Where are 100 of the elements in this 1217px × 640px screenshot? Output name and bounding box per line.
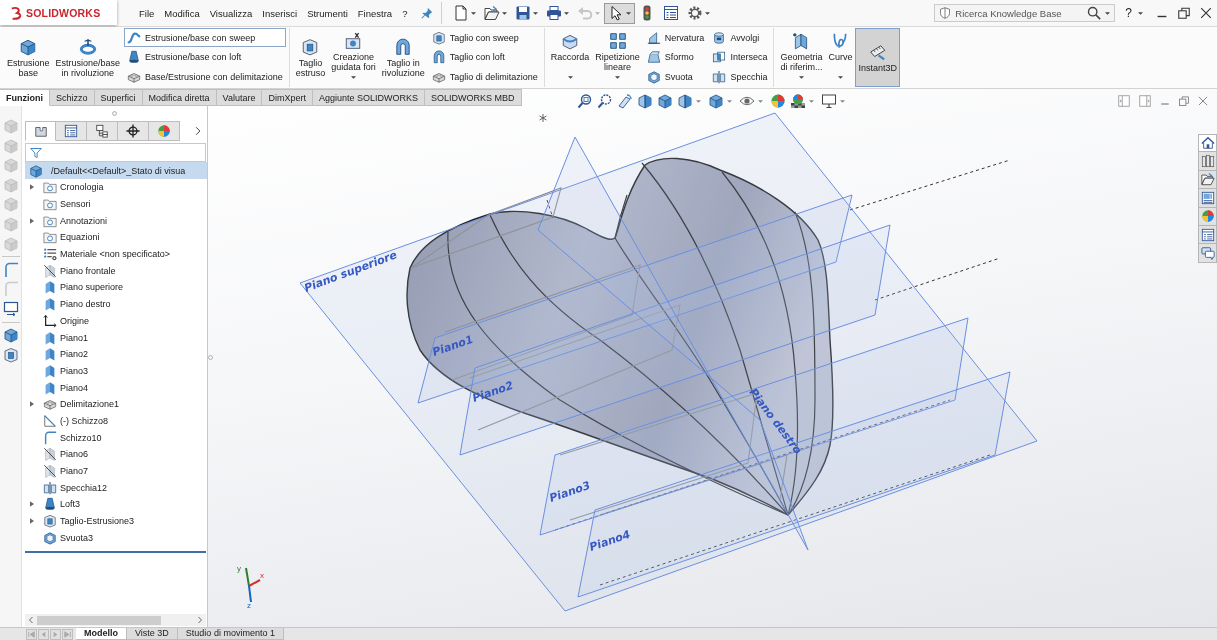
tree-item[interactable]: Cronologia xyxy=(22,179,207,196)
caret-icon[interactable] xyxy=(727,99,732,103)
cut-cube-icon[interactable] xyxy=(2,346,19,363)
ribbon-button[interactable]: Creazione guidata fori xyxy=(328,28,379,87)
ribbon-button[interactable]: Taglio con sweep xyxy=(428,28,541,48)
ribbon-button[interactable]: Avvolgi xyxy=(709,28,771,48)
tree-item[interactable]: Equazioni xyxy=(22,229,207,246)
caret-icon[interactable] xyxy=(840,99,845,103)
ribbon-button[interactable]: Taglio in rivoluzione xyxy=(378,28,428,87)
task-pane-tab[interactable] xyxy=(1198,244,1217,263)
pin-icon[interactable] xyxy=(421,7,434,19)
cube-icon[interactable] xyxy=(2,327,19,344)
help-button[interactable]: ? xyxy=(1123,6,1134,20)
tab[interactable]: DimXpert xyxy=(262,89,313,106)
ribbon-button[interactable]: Estrusione base xyxy=(4,28,53,87)
task-pane-tab[interactable] xyxy=(1198,152,1217,171)
panel-tab[interactable] xyxy=(87,121,118,141)
tree-item[interactable]: Piano destro xyxy=(22,295,207,313)
ribbon-button[interactable]: Sformo xyxy=(643,48,708,67)
magnifier-box-icon[interactable] xyxy=(577,93,593,109)
chevron-right-icon[interactable] xyxy=(193,126,203,136)
toolbar-button[interactable] xyxy=(604,2,636,24)
ribbon-button[interactable]: Taglio con loft xyxy=(428,48,541,67)
tree-item[interactable]: Annotazioni xyxy=(22,212,207,230)
expand-arrow-icon[interactable] xyxy=(30,401,34,408)
tree-item[interactable]: Piano4 xyxy=(22,379,207,396)
ribbon-button[interactable]: Base/Estrusione con delimitazione xyxy=(124,67,286,87)
tab[interactable]: Studio di movimento 1 xyxy=(177,628,284,640)
section-cube-icon[interactable] xyxy=(637,93,653,109)
cube-icon[interactable] xyxy=(657,93,673,109)
tree-item[interactable]: Piano6 xyxy=(22,446,207,463)
tree-item[interactable]: Loft3 xyxy=(22,496,207,513)
grip-icon[interactable] xyxy=(112,110,117,116)
ribbon-button[interactable]: Interseca xyxy=(709,48,771,67)
tab[interactable]: Aggiunte SOLIDWORKS xyxy=(312,89,425,106)
section-cube-icon[interactable] xyxy=(677,93,693,109)
ribbon-button[interactable]: Raccorda xyxy=(547,28,593,87)
skip-start-icon[interactable] xyxy=(26,628,37,640)
tab[interactable]: Funzioni xyxy=(0,89,50,106)
caret-icon[interactable] xyxy=(1138,11,1143,15)
ribbon-button[interactable]: Estrusione/base con loft xyxy=(124,48,286,67)
tree-item[interactable]: Piano7 xyxy=(22,462,207,480)
caret-icon[interactable] xyxy=(809,99,814,103)
tree-item[interactable]: Piano frontale xyxy=(22,262,207,280)
tree-item[interactable]: Delimitazione1 xyxy=(22,395,207,413)
tree-item[interactable]: Origine xyxy=(22,312,207,330)
tree-item[interactable]: Svuota3 xyxy=(22,529,207,547)
corner-line-icon[interactable] xyxy=(2,261,19,278)
ribbon-button[interactable]: Estrusione/base con sweep xyxy=(124,28,286,48)
tree-item[interactable]: Taglio-Estrusione3 xyxy=(22,512,207,530)
ribbon-button[interactable]: Curve xyxy=(825,28,856,87)
rotate-arrow-icon[interactable] xyxy=(617,93,633,109)
ribbon-button[interactable]: Ripetizione lineare xyxy=(592,28,643,87)
cube-icon[interactable] xyxy=(708,93,724,109)
tab[interactable]: Viste 3D xyxy=(127,628,178,640)
expand-arrow-icon[interactable] xyxy=(30,518,34,525)
panel-tab[interactable] xyxy=(118,121,149,141)
splitter-handle-icon[interactable] xyxy=(208,355,213,360)
ribbon-button[interactable]: Taglio estruso xyxy=(292,28,329,87)
rollback-bar[interactable] xyxy=(25,551,206,554)
color-wheel-icon[interactable] xyxy=(770,93,786,109)
search-field[interactable]: Ricerca Knowledge Base xyxy=(955,6,1084,20)
monitor-icon[interactable] xyxy=(821,93,837,109)
menu-item[interactable]: Inserisci xyxy=(262,7,298,19)
search-box[interactable]: Ricerca Knowledge Base xyxy=(934,4,1116,22)
tab[interactable]: Schizzo xyxy=(50,89,95,106)
tab[interactable]: Modifica diretta xyxy=(142,89,217,106)
menu-item[interactable]: Finestra xyxy=(357,7,393,19)
scene-ball-icon[interactable] xyxy=(790,93,806,109)
search-icon[interactable] xyxy=(1087,6,1102,20)
menu-item[interactable]: Visualizza xyxy=(209,7,253,19)
ribbon-button[interactable]: Instant3D xyxy=(855,28,900,87)
caret-icon[interactable] xyxy=(758,99,763,103)
menu-item[interactable]: File xyxy=(139,7,155,19)
tree-item[interactable]: Piano superiore xyxy=(22,279,207,296)
ribbon-button[interactable]: Estrusione/base in rivoluzione xyxy=(52,28,124,87)
expand-arrow-icon[interactable] xyxy=(30,184,34,191)
tree-item[interactable]: Sensori xyxy=(22,195,207,213)
task-pane-tab[interactable] xyxy=(1198,189,1217,208)
ribbon-button[interactable]: Geometria di riferim... xyxy=(777,28,826,87)
filter-field[interactable] xyxy=(25,143,206,162)
tree-item[interactable]: Piano1 xyxy=(22,329,207,346)
ribbon-button[interactable]: Specchia xyxy=(709,67,771,87)
tab[interactable]: Superfici xyxy=(94,89,143,106)
caret-icon[interactable] xyxy=(1105,11,1111,15)
ribbon-button[interactable]: Taglio di delimitazione xyxy=(428,67,541,87)
tree-item[interactable]: Piano2 xyxy=(22,345,207,363)
menu-item[interactable]: Strumenti xyxy=(307,7,348,19)
tab[interactable]: SOLIDWORKS MBD xyxy=(425,89,522,106)
tree-item[interactable]: Materiale <non specificato> xyxy=(22,245,207,263)
menu-item[interactable]: ? xyxy=(402,7,408,19)
restore-icon[interactable] xyxy=(1178,95,1190,107)
close-icon[interactable] xyxy=(1199,6,1213,20)
magnifier-dashed-icon[interactable] xyxy=(597,93,613,109)
restore-icon[interactable] xyxy=(1177,6,1191,20)
expand-arrow-icon[interactable] xyxy=(30,501,34,508)
ribbon-button[interactable]: Nervatura xyxy=(643,28,708,48)
tree-item[interactable]: (-) Schizzo8 xyxy=(22,412,207,430)
ribbon-button[interactable]: Svuota xyxy=(643,67,708,87)
caret-icon[interactable] xyxy=(696,99,701,103)
